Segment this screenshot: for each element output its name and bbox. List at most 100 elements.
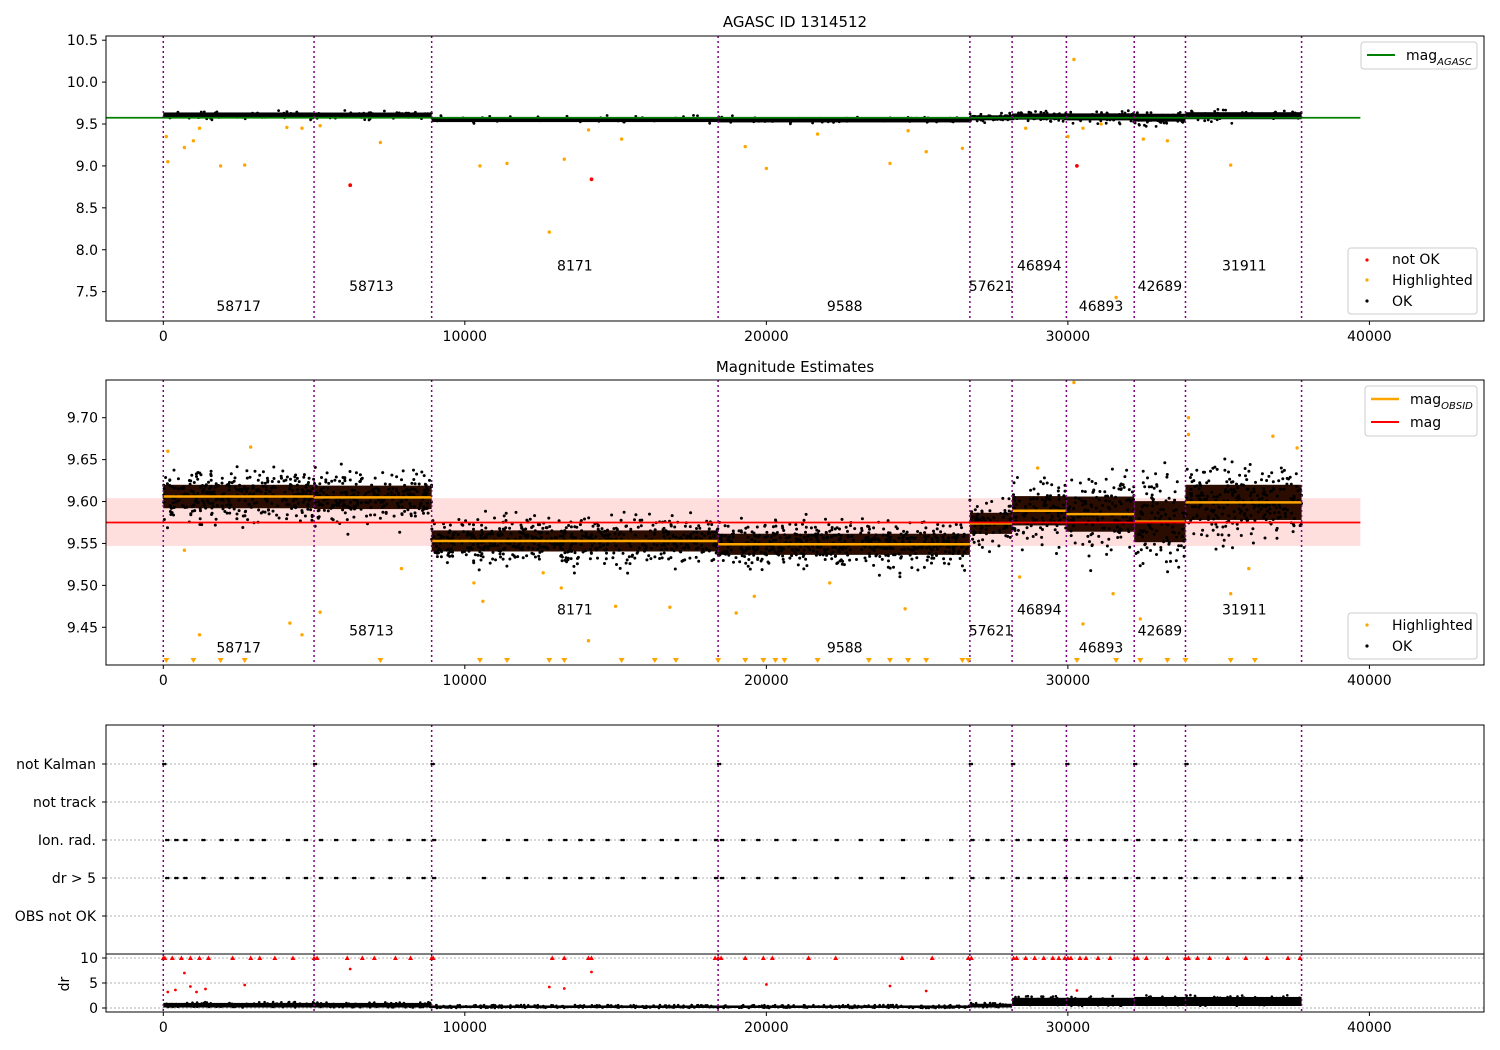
y-tick-label: 8.5: [76, 201, 98, 217]
dr-point: [345, 1001, 348, 1005]
ok-point: [362, 114, 366, 117]
flag-point: [758, 876, 761, 880]
ok-point: [1127, 113, 1130, 117]
ok-point: [397, 492, 401, 496]
ok-point: [246, 518, 250, 522]
ok-point: [176, 477, 180, 481]
ok-point: [472, 559, 476, 563]
ok-point: [763, 552, 767, 556]
ok-point: [959, 523, 963, 527]
ok-point: [866, 524, 870, 528]
ok-point: [1169, 559, 1172, 563]
off-scale-marker: [504, 658, 511, 663]
flag-point: [1180, 838, 1183, 842]
ok-point: [285, 517, 289, 521]
dr-point: [490, 1004, 494, 1007]
off-scale-marker: [217, 658, 224, 663]
ok-point: [206, 499, 209, 502]
ok-point: [295, 483, 299, 487]
ok-point: [1207, 479, 1211, 483]
ok-point: [696, 114, 699, 118]
ok-point: [1036, 492, 1040, 496]
ok-point: [498, 529, 502, 533]
ok-point: [716, 527, 720, 531]
ok-point: [460, 550, 464, 554]
ok-point: [636, 550, 640, 554]
off-scale-marker: [1164, 658, 1171, 663]
ok-point: [294, 514, 298, 518]
ok-point: [850, 535, 854, 538]
ok-point: [985, 501, 988, 505]
ok-point: [583, 517, 586, 521]
dr-point: [1147, 995, 1151, 999]
ok-point: [627, 555, 631, 559]
ok-point: [832, 533, 836, 537]
ok-point: [199, 110, 203, 114]
ok-point: [911, 548, 915, 552]
ok-point: [844, 525, 848, 529]
off-scale-marker: [163, 658, 170, 663]
off-scale-marker: [546, 658, 553, 663]
ok-point: [1223, 490, 1227, 494]
ok-point: [525, 554, 529, 558]
dr-saturated-marker: [371, 955, 377, 960]
highlighted-point: [1141, 137, 1146, 141]
ok-point: [387, 113, 391, 117]
dr-point: [1102, 1001, 1105, 1004]
ok-point: [1271, 518, 1275, 521]
dr-point: [227, 1002, 231, 1005]
ok-point: [641, 542, 645, 546]
ok-point: [1240, 518, 1243, 522]
ok-point: [750, 561, 754, 565]
ok-point: [248, 113, 252, 116]
ok-point: [1083, 490, 1087, 494]
flag-point: [622, 838, 625, 842]
ok-point: [605, 551, 608, 555]
dr-outlier-point: [195, 990, 198, 994]
ok-point: [1256, 494, 1260, 498]
ok-point: [291, 499, 295, 503]
ok-point: [1252, 506, 1256, 510]
ok-point: [984, 528, 988, 532]
ok-point: [1261, 113, 1264, 116]
ok-point: [729, 548, 733, 552]
flag-point: [718, 762, 722, 766]
dr-point: [632, 1003, 635, 1007]
ok-point: [1137, 118, 1141, 122]
dr-point: [1174, 1001, 1178, 1005]
ok-point: [200, 114, 203, 117]
dr-point: [182, 1002, 186, 1006]
ok-point: [1221, 108, 1225, 112]
dr-point: [614, 1004, 618, 1008]
ok-point: [841, 559, 845, 563]
ok-point: [1031, 516, 1035, 520]
dr-point: [482, 1003, 486, 1007]
ok-point: [606, 528, 609, 532]
ok-point: [970, 515, 974, 519]
ok-point: [579, 543, 583, 547]
dr-point: [411, 1006, 415, 1009]
ok-point: [1275, 536, 1279, 540]
ok-point: [1159, 515, 1163, 518]
dr-point: [704, 1004, 707, 1007]
dr-saturated-marker: [588, 955, 594, 960]
ok-point: [496, 544, 500, 548]
dr-point: [595, 1005, 599, 1009]
dr-point: [629, 1004, 632, 1007]
highlighted-point: [399, 566, 404, 571]
ok-point: [1007, 509, 1011, 513]
dr-point: [737, 1006, 741, 1009]
ok-point: [334, 475, 338, 479]
ok-point: [325, 471, 329, 475]
ok-point: [472, 120, 475, 124]
ok-point: [1118, 122, 1122, 126]
ok-point: [253, 469, 257, 473]
ok-point: [1091, 489, 1095, 493]
dr-point: [846, 1003, 850, 1007]
off-scale-marker: [672, 658, 679, 663]
ok-point: [1277, 479, 1281, 483]
ok-point: [885, 538, 889, 541]
dr-point: [1229, 995, 1232, 998]
ok-point: [623, 119, 627, 123]
ok-point: [1216, 108, 1220, 111]
